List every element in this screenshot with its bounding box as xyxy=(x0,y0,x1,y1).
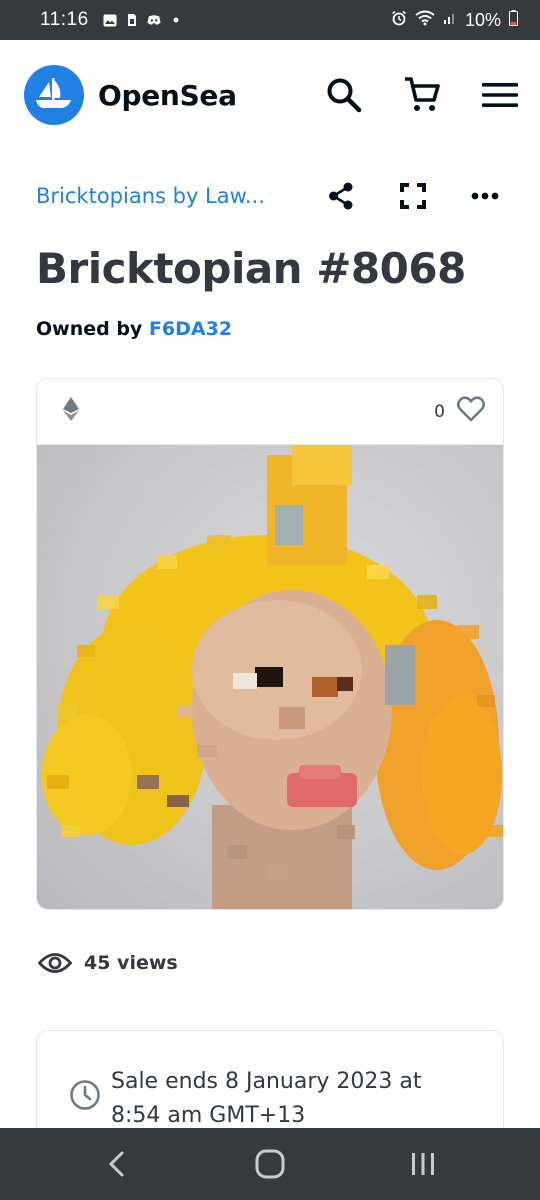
discord-icon xyxy=(147,13,161,27)
fullscreen-icon xyxy=(400,183,426,209)
owner-link[interactable]: F6DA32 xyxy=(149,318,232,340)
menu-icon xyxy=(482,83,518,107)
favorite-wrap: 0 xyxy=(434,396,486,427)
search-button[interactable] xyxy=(324,75,364,115)
eye-icon xyxy=(38,953,72,973)
wifi-icon xyxy=(415,10,435,31)
favorite-button[interactable] xyxy=(456,396,486,427)
system-nav-bar xyxy=(0,1128,540,1200)
collection-row: Bricktopians by Law... xyxy=(36,172,506,220)
status-bar: 11:16 10% xyxy=(0,0,540,40)
views-count: 45 views xyxy=(84,952,178,974)
favorite-count: 0 xyxy=(434,401,445,422)
sale-info: Sale ends 8 January 2023 at 8:54 am GMT+… xyxy=(69,1065,471,1133)
system-icons: 10% xyxy=(391,9,518,31)
nav-actions xyxy=(324,75,520,115)
gallery-icon xyxy=(103,13,117,27)
recents-button[interactable] xyxy=(393,1134,453,1194)
owner-prefix: Owned by xyxy=(36,318,143,340)
item-card: 0 xyxy=(36,378,504,910)
opensea-logo-icon[interactable] xyxy=(24,65,84,125)
home-icon xyxy=(255,1149,285,1179)
item-title: Bricktopian #8068 xyxy=(36,244,466,293)
dot-icon xyxy=(169,13,183,27)
notification-icons xyxy=(103,13,183,27)
clock-icon xyxy=(69,1079,101,1116)
menu-button[interactable] xyxy=(480,75,520,115)
recents-icon xyxy=(412,1153,435,1175)
brand-name[interactable]: OpenSea xyxy=(98,79,237,112)
collection-link[interactable]: Bricktopians by Law... xyxy=(36,184,290,208)
top-nav: OpenSea xyxy=(0,40,540,150)
more-options-button[interactable] xyxy=(468,179,502,213)
back-icon xyxy=(108,1151,124,1177)
views-stat: 45 views xyxy=(38,952,178,974)
fullscreen-button[interactable] xyxy=(396,179,430,213)
ethereum-icon xyxy=(63,397,79,426)
more-icon xyxy=(471,192,499,200)
owner-line: Owned by F6DA32 xyxy=(36,318,232,340)
battery-percent: 10% xyxy=(464,9,501,30)
item-actions xyxy=(324,179,502,213)
share-icon xyxy=(329,182,353,210)
share-button[interactable] xyxy=(324,179,358,213)
item-card-header: 0 xyxy=(37,379,503,445)
battery-icon xyxy=(509,9,518,31)
home-button[interactable] xyxy=(240,1134,300,1194)
alarm-icon xyxy=(391,10,407,31)
nft-image[interactable] xyxy=(37,445,503,909)
cart-icon xyxy=(405,77,440,111)
status-time: 11:16 xyxy=(40,9,89,30)
cart-button[interactable] xyxy=(402,75,442,115)
signal-icon xyxy=(443,11,457,30)
search-icon xyxy=(327,78,362,113)
back-button[interactable] xyxy=(87,1134,147,1194)
heart-icon xyxy=(456,396,486,422)
sale-end-text: Sale ends 8 January 2023 at 8:54 am GMT+… xyxy=(111,1069,422,1128)
sim-icon xyxy=(125,13,139,27)
